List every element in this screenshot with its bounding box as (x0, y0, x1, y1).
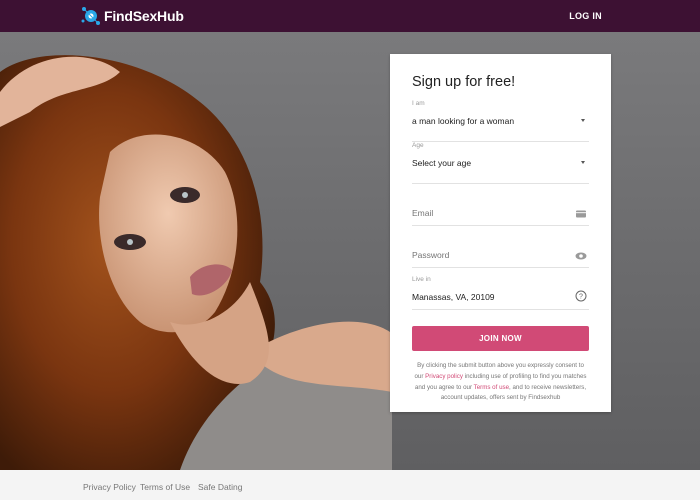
caret-down-icon (581, 119, 585, 122)
password-field[interactable] (412, 226, 589, 268)
logo-mark-icon (81, 7, 100, 25)
iam-label: I am (412, 100, 425, 107)
caret-down-icon (581, 161, 585, 164)
svg-text:?: ? (579, 294, 583, 301)
eye-icon[interactable] (575, 250, 587, 262)
join-now-button[interactable]: JOIN NOW (412, 326, 589, 351)
top-bar: FindSexHub LOG IN (0, 0, 700, 32)
password-input[interactable] (412, 250, 562, 260)
footer: Privacy Policy Terms of Use Safe Dating (0, 470, 700, 500)
age-value: Select your age (412, 158, 472, 168)
age-label: Age (412, 142, 424, 149)
live-label: Live in (412, 276, 431, 283)
email-field[interactable] (412, 184, 589, 226)
footer-privacy-policy-link[interactable]: Privacy Policy (83, 482, 136, 492)
footer-terms-of-use-link[interactable]: Terms of Use (140, 482, 190, 492)
iam-select[interactable]: I am a man looking for a woman (412, 100, 589, 142)
terms-of-use-link[interactable]: Terms of use (474, 384, 509, 391)
iam-value: a man looking for a woman (412, 116, 515, 126)
live-in-field[interactable]: Live in Manassas, VA, 20109 ? (412, 268, 589, 310)
live-value: Manassas, VA, 20109 (412, 292, 495, 302)
email-card-icon (576, 210, 586, 218)
logo-text: FindSexHub (104, 8, 184, 24)
footer-safe-dating-link[interactable]: Safe Dating (198, 482, 242, 492)
help-circle-icon[interactable]: ? (575, 290, 587, 302)
email-input[interactable] (412, 208, 562, 218)
privacy-policy-link[interactable]: Privacy policy (425, 373, 463, 380)
hero: Sign up for free! I am a man looking for… (0, 32, 700, 470)
consent-text: By clicking the submit button above you … (412, 361, 589, 404)
signup-title: Sign up for free! (412, 74, 516, 90)
login-link[interactable]: LOG IN (569, 11, 602, 21)
logo[interactable]: FindSexHub (81, 5, 184, 27)
age-select[interactable]: Age Select your age (412, 142, 589, 184)
signup-card: Sign up for free! I am a man looking for… (390, 54, 611, 412)
